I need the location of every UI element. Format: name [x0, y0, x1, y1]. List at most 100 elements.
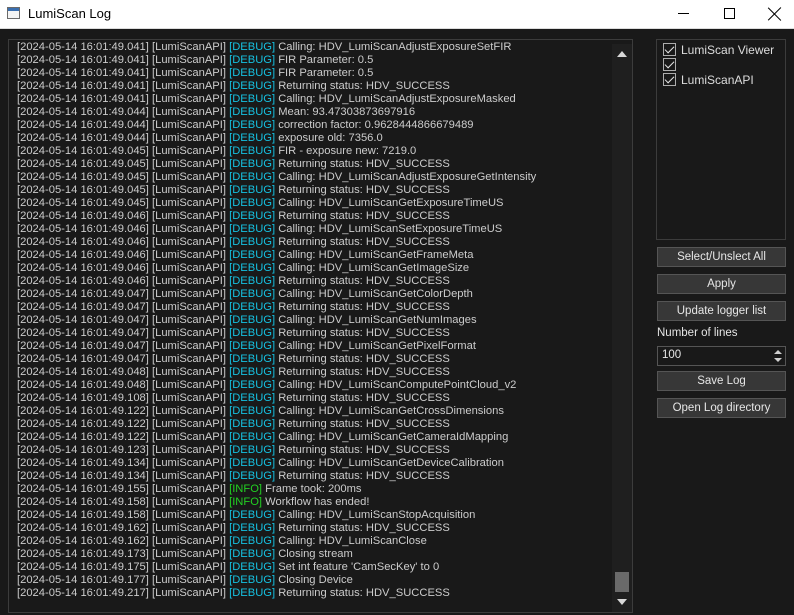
log-level: [DEBUG] — [229, 262, 276, 274]
log-source: [LumiScanAPI] — [151, 379, 226, 391]
log-timestamp: [2024-05-14 16:01:49.045] — [17, 184, 149, 196]
log-timestamp: [2024-05-14 16:01:49.122] — [17, 405, 149, 417]
log-line: [2024-05-14 16:01:49.047] [LumiScanAPI] … — [17, 327, 617, 340]
minimize-button[interactable] — [660, 0, 706, 29]
scroll-down-arrow-icon[interactable] — [612, 592, 632, 612]
log-timestamp: [2024-05-14 16:01:49.123] — [17, 444, 149, 456]
log-message: Calling: HDV_LumiScanStopAcquisition — [278, 509, 476, 521]
log-source: [LumiScanAPI] — [151, 483, 226, 495]
log-level: [DEBUG] — [229, 93, 276, 105]
log-timestamp: [2024-05-14 16:01:49.162] — [17, 522, 149, 534]
log-level: [DEBUG] — [229, 340, 276, 352]
log-line: [2024-05-14 16:01:49.162] [LumiScanAPI] … — [17, 522, 617, 535]
log-source: [LumiScanAPI] — [151, 132, 226, 144]
scroll-up-arrow-icon[interactable] — [612, 44, 632, 64]
logger-checkbox[interactable] — [663, 43, 676, 56]
log-timestamp: [2024-05-14 16:01:49.046] — [17, 210, 149, 222]
log-message: Returning status: HDV_SUCCESS — [278, 392, 450, 404]
log-timestamp: [2024-05-14 16:01:49.045] — [17, 197, 149, 209]
log-source: [LumiScanAPI] — [151, 301, 226, 313]
log-timestamp: [2024-05-14 16:01:49.048] — [17, 366, 149, 378]
log-line: [2024-05-14 16:01:49.047] [LumiScanAPI] … — [17, 340, 617, 353]
update-logger-list-button[interactable]: Update logger list — [657, 301, 786, 321]
logger-item-lumiscan-viewer[interactable]: LumiScan Viewer — [663, 42, 774, 57]
log-message: Calling: HDV_LumiScanGetFrameMeta — [278, 249, 474, 261]
log-source: [LumiScanAPI] — [151, 405, 226, 417]
log-level: [DEBUG] — [229, 379, 276, 391]
log-source: [LumiScanAPI] — [151, 327, 226, 339]
log-message: Returning status: HDV_SUCCESS — [278, 327, 450, 339]
log-message: Calling: HDV_LumiScanGetNumImages — [278, 314, 477, 326]
logger-checkbox[interactable] — [663, 58, 676, 71]
log-line: [2024-05-14 16:01:49.045] [LumiScanAPI] … — [17, 158, 617, 171]
log-level: [DEBUG] — [229, 574, 276, 586]
log-line: [2024-05-14 16:01:49.041] [LumiScanAPI] … — [17, 41, 617, 54]
log-timestamp: [2024-05-14 16:01:49.046] — [17, 275, 149, 287]
log-source: [LumiScanAPI] — [151, 509, 226, 521]
log-level: [DEBUG] — [229, 509, 276, 521]
log-timestamp: [2024-05-14 16:01:49.045] — [17, 171, 149, 183]
log-level: [DEBUG] — [229, 392, 276, 404]
apply-button[interactable]: Apply — [657, 274, 786, 294]
title-bar[interactable]: LumiScan Log — [0, 0, 794, 29]
log-timestamp: [2024-05-14 16:01:49.175] — [17, 561, 149, 573]
logger-item-lumiscanapi[interactable]: LumiScanAPI — [663, 72, 754, 87]
log-message: Frame took: 200ms — [265, 483, 362, 495]
close-button[interactable] — [752, 0, 794, 29]
log-line: [2024-05-14 16:01:49.046] [LumiScanAPI] … — [17, 210, 617, 223]
log-source: [LumiScanAPI] — [151, 223, 226, 235]
log-timestamp: [2024-05-14 16:01:49.134] — [17, 470, 149, 482]
scrollbar-thumb[interactable] — [615, 572, 629, 592]
open-log-directory-button[interactable]: Open Log directory — [657, 398, 786, 418]
log-timestamp: [2024-05-14 16:01:49.047] — [17, 353, 149, 365]
logger-checkbox[interactable] — [663, 73, 676, 86]
log-message: correction factor: 0.9628444866679489 — [278, 119, 474, 131]
log-source: [LumiScanAPI] — [151, 431, 226, 443]
log-line: [2024-05-14 16:01:49.158] [LumiScanAPI] … — [17, 509, 617, 522]
log-timestamp: [2024-05-14 16:01:49.041] — [17, 67, 149, 79]
log-line: [2024-05-14 16:01:49.162] [LumiScanAPI] … — [17, 535, 617, 548]
log-message: Returning status: HDV_SUCCESS — [278, 587, 450, 599]
log-level: [DEBUG] — [229, 288, 276, 300]
select-all-button[interactable]: Select/Unslect All — [657, 247, 786, 267]
log-line: [2024-05-14 16:01:49.173] [LumiScanAPI] … — [17, 548, 617, 561]
log-line: [2024-05-14 16:01:49.047] [LumiScanAPI] … — [17, 353, 617, 366]
maximize-button[interactable] — [706, 0, 752, 29]
log-line: [2024-05-14 16:01:49.047] [LumiScanAPI] … — [17, 314, 617, 327]
log-message: Calling: HDV_LumiScanGetCameraIdMapping — [278, 431, 509, 443]
log-level: [DEBUG] — [229, 418, 276, 430]
log-message: Calling: HDV_LumiScanClose — [278, 535, 427, 547]
log-line: [2024-05-14 16:01:49.046] [LumiScanAPI] … — [17, 236, 617, 249]
log-source: [LumiScanAPI] — [151, 93, 226, 105]
log-message: Calling: HDV_LumiScanAdjustExposureGetIn… — [278, 171, 537, 183]
spin-down-arrow-icon[interactable] — [773, 357, 783, 364]
log-output[interactable]: [2024-05-14 16:01:49.041] [LumiScanAPI] … — [8, 39, 633, 613]
logger-list[interactable]: LumiScan Viewer LumiScanAPI — [656, 39, 786, 240]
log-line: [2024-05-14 16:01:49.047] [LumiScanAPI] … — [17, 288, 617, 301]
log-source: [LumiScanAPI] — [151, 80, 226, 92]
log-message: Workflow has ended! — [265, 496, 370, 508]
log-level: [DEBUG] — [229, 67, 276, 79]
log-level: [DEBUG] — [229, 80, 276, 92]
spin-up-arrow-icon[interactable] — [773, 349, 783, 356]
log-timestamp: [2024-05-14 16:01:49.134] — [17, 457, 149, 469]
log-level: [DEBUG] — [229, 353, 276, 365]
save-log-button[interactable]: Save Log — [657, 371, 786, 391]
log-message: FIR Parameter: 0.5 — [278, 67, 374, 79]
log-message: Returning status: HDV_SUCCESS — [278, 184, 450, 196]
log-timestamp: [2024-05-14 16:01:49.177] — [17, 574, 149, 586]
log-message: Returning status: HDV_SUCCESS — [278, 158, 450, 170]
log-line: [2024-05-14 16:01:49.158] [LumiScanAPI] … — [17, 496, 617, 509]
log-source: [LumiScanAPI] — [151, 535, 226, 547]
log-source: [LumiScanAPI] — [151, 106, 226, 118]
number-of-lines-value[interactable]: 100 — [662, 349, 681, 361]
log-message: Calling: HDV_LumiScanComputePointCloud_v… — [278, 379, 517, 391]
log-message: Calling: HDV_LumiScanAdjustExposureMaske… — [278, 93, 516, 105]
log-source: [LumiScanAPI] — [151, 340, 226, 352]
log-level: [DEBUG] — [229, 327, 276, 339]
log-source: [LumiScanAPI] — [151, 522, 226, 534]
logger-item-unnamed[interactable] — [663, 57, 681, 72]
log-scrollbar[interactable] — [612, 44, 632, 612]
log-message: Calling: HDV_LumiScanGetImageSize — [278, 262, 470, 274]
number-of-lines-spinbox[interactable]: 100 — [657, 346, 786, 366]
